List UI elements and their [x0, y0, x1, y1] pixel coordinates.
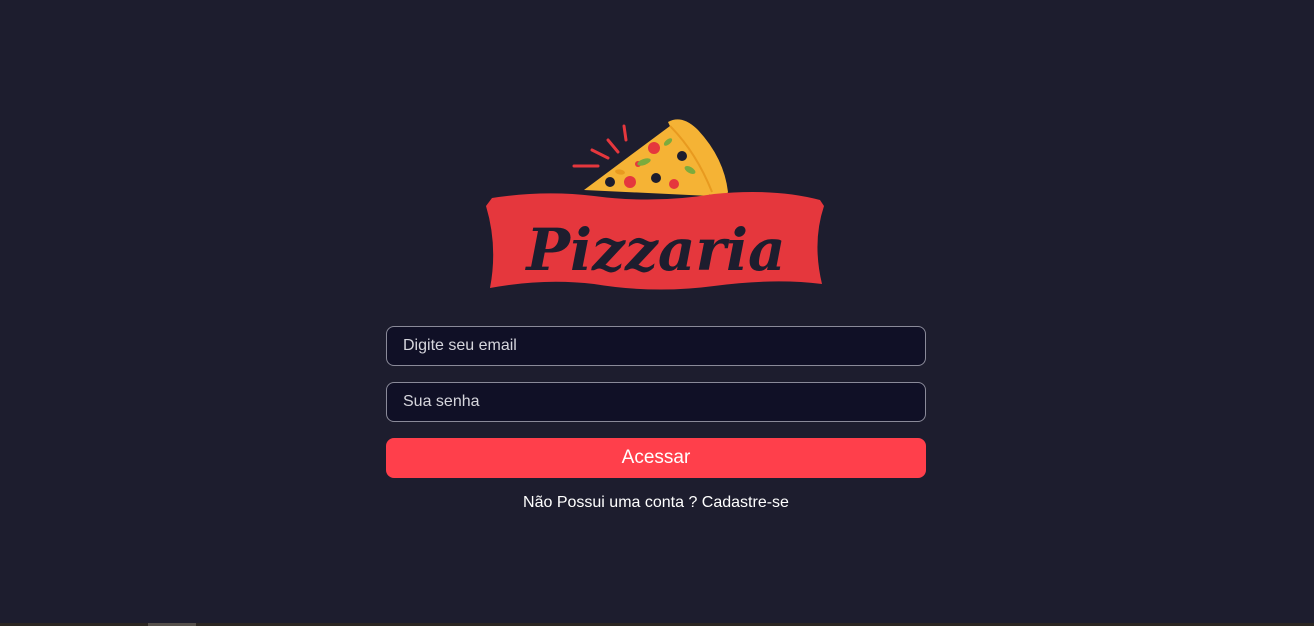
spark-lines	[572, 124, 628, 168]
pizzaria-logo-image: Pizzaria	[486, 119, 824, 290]
login-page: Pizzaria Acessar Não Possui uma conta ? …	[0, 0, 1314, 626]
login-form: Acessar Não Possui uma conta ? Cadastre-…	[386, 326, 926, 512]
email-field[interactable]	[386, 326, 926, 366]
logo-text: Pizzaria	[524, 216, 785, 284]
password-field[interactable]	[386, 382, 926, 422]
pizzaria-logo: Pizzaria	[484, 112, 828, 296]
login-button[interactable]: Acessar	[386, 438, 926, 478]
signup-link[interactable]: Não Possui uma conta ? Cadastre-se	[386, 494, 926, 512]
